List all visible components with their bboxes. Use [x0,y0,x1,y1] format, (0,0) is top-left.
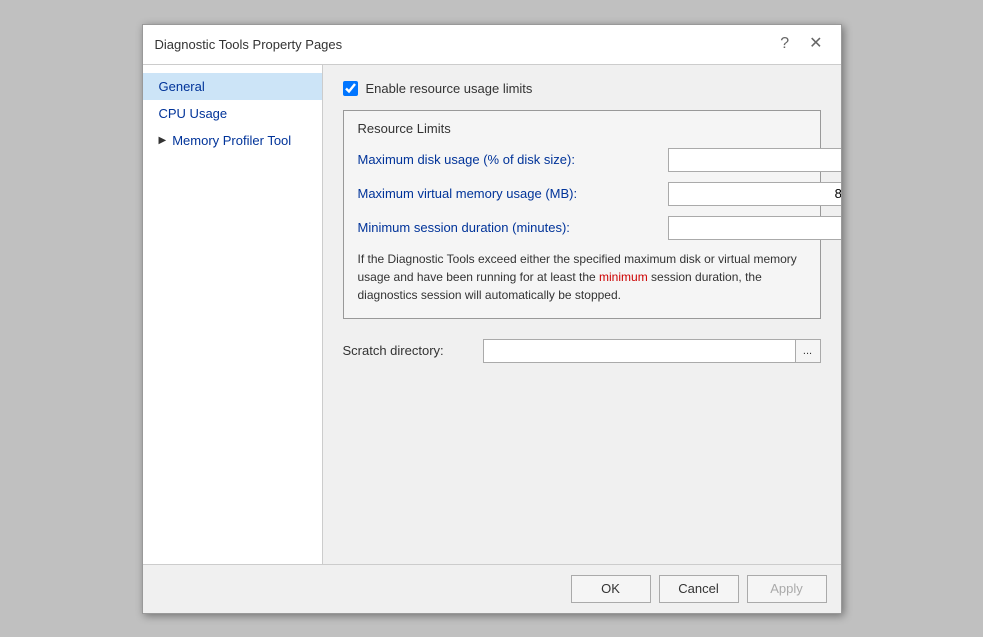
sidebar-item-label: General [159,79,205,94]
sidebar-item-general[interactable]: General [143,73,322,100]
cancel-button[interactable]: Cancel [659,575,739,603]
max-vmem-input[interactable]: 8192 [668,182,841,206]
sidebar-item-memory-profiler[interactable]: ▶ Memory Profiler Tool [143,127,322,154]
info-text-highlight: minimum [599,270,648,284]
ok-button[interactable]: OK [571,575,651,603]
sidebar-item-cpu-usage[interactable]: CPU Usage [143,100,322,127]
expand-icon: ▶ [159,135,167,146]
max-vmem-label: Maximum virtual memory usage (MB): [358,186,668,201]
help-button[interactable]: ? [774,34,795,54]
scratch-row: Scratch directory: ... [343,339,821,363]
title-bar-controls: ? ✕ [774,34,828,54]
dialog-window: Diagnostic Tools Property Pages ? ✕ Gene… [142,24,842,614]
main-content: Enable resource usage limits Resource Li… [323,65,841,564]
close-button[interactable]: ✕ [803,34,828,54]
scratch-label: Scratch directory: [343,343,483,358]
resource-limits-group: Resource Limits Maximum disk usage (% of… [343,110,821,319]
min-session-spinner: 5 ▲ ▼ [668,216,841,240]
max-disk-spinner: 20 ▲ ▼ [668,148,841,172]
scratch-input[interactable] [483,339,795,363]
min-session-row: Minimum session duration (minutes): 5 ▲ … [358,216,806,240]
enable-checkbox-label[interactable]: Enable resource usage limits [366,81,533,96]
dialog-footer: OK Cancel Apply [143,564,841,613]
sidebar: General CPU Usage ▶ Memory Profiler Tool [143,65,323,564]
max-vmem-spinner: 8192 ▲ ▼ [668,182,841,206]
max-vmem-row: Maximum virtual memory usage (MB): 8192 … [358,182,806,206]
dialog-title: Diagnostic Tools Property Pages [155,37,343,52]
max-disk-row: Maximum disk usage (% of disk size): 20 … [358,148,806,172]
info-text: If the Diagnostic Tools exceed either th… [358,250,806,304]
resource-limits-title: Resource Limits [358,121,806,136]
enable-checkbox-row: Enable resource usage limits [343,81,821,96]
dialog-body: General CPU Usage ▶ Memory Profiler Tool… [143,65,841,564]
min-session-input[interactable]: 5 [668,216,841,240]
browse-button[interactable]: ... [795,339,821,363]
enable-checkbox[interactable] [343,81,358,96]
sidebar-item-label: Memory Profiler Tool [172,133,291,148]
apply-button[interactable]: Apply [747,575,827,603]
min-session-label: Minimum session duration (minutes): [358,220,668,235]
sidebar-item-label: CPU Usage [159,106,228,121]
max-disk-label: Maximum disk usage (% of disk size): [358,152,668,167]
title-bar: Diagnostic Tools Property Pages ? ✕ [143,25,841,65]
max-disk-input[interactable]: 20 [668,148,841,172]
